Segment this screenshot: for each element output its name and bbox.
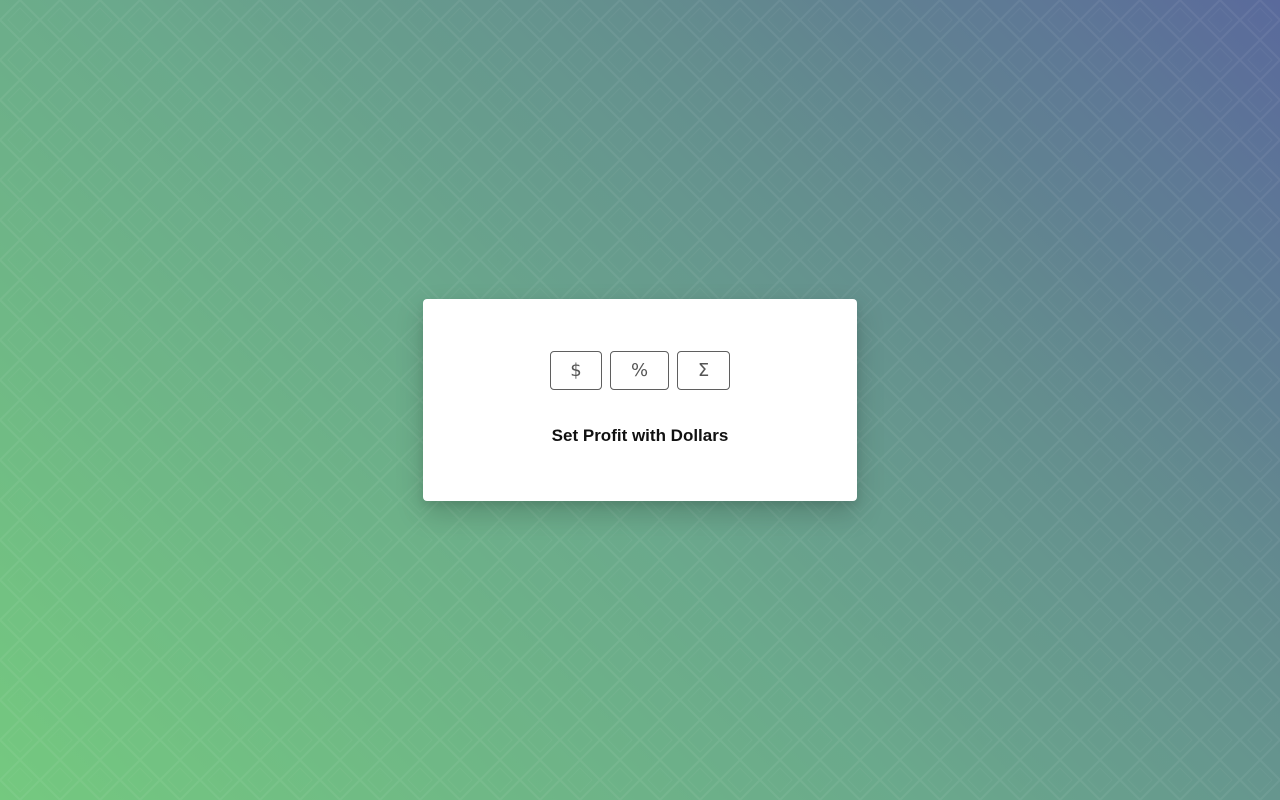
instruction-text: Set Profit with Dollars	[551, 426, 729, 445]
sigma-mode-button[interactable]: Σ	[677, 351, 730, 390]
percent-icon: %	[630, 360, 649, 381]
percent-mode-button[interactable]: %	[610, 351, 669, 390]
sigma-icon: Σ	[697, 360, 710, 381]
mode-button-group: $ % Σ	[423, 351, 857, 390]
dollar-icon: $	[570, 360, 582, 381]
dollar-mode-button[interactable]: $	[550, 351, 602, 390]
profit-mode-card: $ % Σ Set Profit with Dollars	[423, 299, 857, 501]
